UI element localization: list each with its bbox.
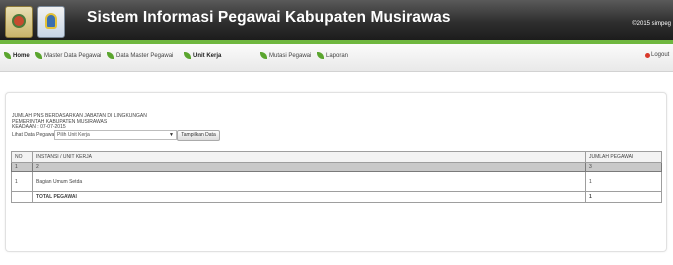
nav-master-data-pegawai[interactable]: Master Data Pegawai (35, 52, 101, 59)
logout-label: Logout (651, 52, 670, 58)
app-title: Sistem Informasi Pegawai Kabupaten Musir… (87, 9, 451, 26)
row-no: 1 (11, 171, 33, 192)
nav-home-label: Home (13, 52, 30, 59)
leaf-icon (107, 52, 114, 59)
table-row: 1 Bagian Umum Setda 1 (11, 171, 662, 192)
tampilkan-data-button[interactable]: Tampilkan Data (177, 130, 220, 141)
header-no: NO (11, 151, 33, 163)
nav-mutasi-pegawai[interactable]: Mutasi Pegawai (260, 52, 311, 59)
logout-icon (645, 52, 650, 58)
numbering-cell: 1 (11, 162, 33, 172)
unit-kerja-select[interactable]: Pilih Unit Kerja ▼ (54, 130, 177, 140)
government-crest-icon (37, 6, 65, 38)
total-empty-cell (11, 191, 33, 203)
header-instansi: INSTANSI / UNIT KERJA (32, 151, 586, 163)
numbering-cell: 2 (32, 162, 586, 172)
logout-link[interactable]: Logout (645, 52, 669, 58)
nav-unit-kerja[interactable]: Unit Kerja (184, 52, 221, 59)
nav-home[interactable]: Home (4, 52, 30, 59)
numbering-cell: 3 (585, 162, 662, 172)
table-total-row: TOTAL PEGAWAI 1 (11, 191, 662, 203)
nav-laporan[interactable]: Laporan (317, 52, 348, 59)
dropdown-arrow-icon: ▼ (169, 132, 174, 138)
filter-label: Lihat Data Pegawai (12, 132, 56, 138)
app-header: Sistem Informasi Pegawai Kabupaten Musir… (0, 0, 673, 40)
nav-data-master-pegawai[interactable]: Data Master Pegawai (107, 52, 173, 59)
leaf-icon (184, 52, 191, 59)
row-unit: Bagian Umum Setda (32, 171, 586, 192)
leaf-icon (35, 52, 42, 59)
total-value: 1 (585, 191, 662, 203)
table-numbering-row: 1 2 3 (11, 162, 662, 172)
leaf-icon (317, 52, 324, 59)
copyright-text: ©2015 simpeg (632, 21, 671, 27)
total-label: TOTAL PEGAWAI (32, 191, 586, 203)
leaf-icon (4, 52, 11, 59)
nav-data-master-pegawai-label: Data Master Pegawai (116, 52, 174, 59)
header-jumlah: JUMLAH PEGAWAI (585, 151, 662, 163)
nav-laporan-label: Laporan (326, 52, 349, 59)
nav-master-data-pegawai-label: Master Data Pegawai (44, 52, 102, 59)
nav-mutasi-pegawai-label: Mutasi Pegawai (269, 52, 312, 59)
table-header-row: NO INSTANSI / UNIT KERJA JUMLAH PEGAWAI (11, 151, 662, 163)
unit-kerja-select-value: Pilih Unit Kerja (57, 132, 90, 138)
main-nav: Home Master Data Pegawai Data Master Peg… (0, 44, 673, 72)
employee-count-table: NO INSTANSI / UNIT KERJA JUMLAH PEGAWAI … (11, 151, 662, 203)
regency-emblem-icon (5, 6, 33, 38)
leaf-icon (260, 52, 267, 59)
row-jumlah: 1 (585, 171, 662, 192)
nav-unit-kerja-label: Unit Kerja (193, 52, 222, 59)
